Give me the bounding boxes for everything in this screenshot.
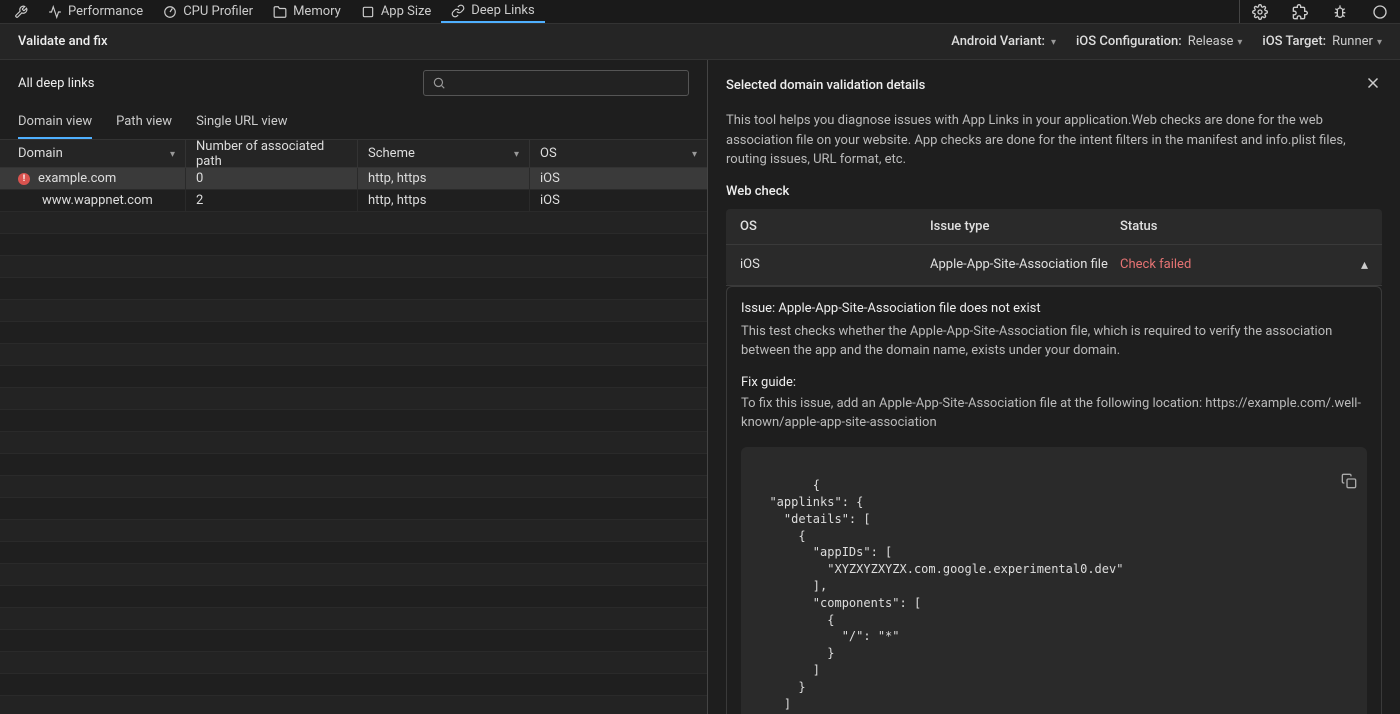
check-table-header: OS Issue type Status	[726, 209, 1382, 245]
tab-single-url-view[interactable]: Single URL view	[196, 106, 287, 139]
chevron-up-icon	[1361, 258, 1368, 273]
ios-config-label: iOS Configuration:	[1076, 34, 1182, 49]
tool-item-appsize[interactable]: App Size	[351, 0, 441, 23]
tool-label: Memory	[293, 4, 341, 19]
tool-label: Deep Links	[471, 3, 534, 18]
android-variant-label: Android Variant:	[951, 34, 1045, 49]
issue-title: Issue: Apple-App-Site-Association file d…	[741, 301, 1367, 316]
table-row[interactable]: !example.com 0 http, https iOS	[0, 168, 707, 190]
close-button[interactable]	[1364, 74, 1382, 97]
check-col-type: Issue type	[930, 219, 1120, 234]
tool-item-cpu[interactable]: CPU Profiler	[153, 0, 263, 23]
code-block: { "applinks": { "details": [ { "appIDs":…	[741, 447, 1367, 714]
tool-label: CPU Profiler	[183, 4, 253, 19]
details-description: This tool helps you diagnose issues with…	[708, 111, 1400, 184]
tool-item-deeplinks[interactable]: Deep Links	[441, 0, 544, 23]
search-input-container[interactable]	[423, 70, 689, 96]
package-icon	[361, 5, 375, 19]
col-os[interactable]: OS	[530, 140, 707, 167]
ios-config-dropdown[interactable]: Release	[1188, 34, 1243, 49]
page-title: Validate and fix	[18, 34, 108, 49]
left-panel-title: All deep links	[18, 76, 94, 91]
web-check-title: Web check	[708, 184, 1400, 209]
gauge-icon	[163, 5, 177, 19]
search-icon	[432, 76, 446, 90]
left-panel: All deep links Domain view Path view Sin…	[0, 60, 708, 714]
settings-button[interactable]	[1240, 0, 1280, 23]
check-row[interactable]: iOS Apple-App-Site-Association file Chec…	[726, 245, 1382, 286]
wrench-icon	[14, 5, 28, 19]
copy-button[interactable]	[1269, 457, 1357, 511]
sub-toolbar: Validate and fix Android Variant: iOS Co…	[0, 24, 1400, 60]
col-paths[interactable]: Number of associated path	[186, 140, 358, 167]
col-scheme[interactable]: Scheme	[358, 140, 530, 167]
copy-icon	[1341, 478, 1357, 492]
chevron-down-icon	[170, 146, 175, 161]
col-domain[interactable]: Domain	[0, 140, 186, 167]
chevron-down-icon	[514, 146, 519, 161]
view-tabs: Domain view Path view Single URL view	[0, 106, 707, 140]
fix-guide-label: Fix guide:	[741, 375, 1367, 390]
status-failed: Check failed	[1120, 257, 1191, 272]
check-col-status: Status	[1120, 219, 1368, 234]
table-row[interactable]: www.wappnet.com 2 http, https iOS	[0, 190, 707, 212]
tab-path-view[interactable]: Path view	[116, 106, 172, 139]
chevron-down-icon	[692, 146, 697, 161]
expand-button[interactable]	[1361, 257, 1368, 273]
chevron-down-icon	[1051, 34, 1056, 49]
folder-icon	[273, 5, 287, 19]
bug-icon	[1332, 4, 1348, 20]
tool-label: Performance	[68, 4, 143, 19]
table-header: Domain Number of associated path Scheme …	[0, 140, 707, 168]
extensions-button[interactable]	[1280, 0, 1320, 23]
android-variant-dropdown[interactable]	[1051, 34, 1056, 49]
ios-target-label: iOS Target:	[1262, 34, 1326, 49]
tool-item-memory[interactable]: Memory	[263, 0, 351, 23]
puzzle-icon	[1292, 4, 1308, 20]
issue-description: This test checks whether the Apple-App-S…	[741, 322, 1367, 361]
right-panel: Selected domain validation details This …	[708, 60, 1400, 714]
error-icon: !	[18, 173, 30, 185]
details-title: Selected domain validation details	[726, 78, 925, 93]
pulse-icon	[48, 5, 62, 19]
tool-label: App Size	[381, 4, 431, 19]
top-toolbar: Performance CPU Profiler Memory App Size…	[0, 0, 1400, 24]
tool-item-wrench[interactable]	[4, 0, 38, 23]
check-col-os: OS	[740, 219, 930, 234]
ios-target-dropdown[interactable]: Runner	[1332, 34, 1382, 49]
tab-domain-view[interactable]: Domain view	[18, 106, 92, 139]
more-button[interactable]	[1360, 0, 1400, 23]
fix-guide-text: To fix this issue, add an Apple-App-Site…	[741, 394, 1367, 433]
check-table: OS Issue type Status iOS Apple-App-Site-…	[726, 209, 1382, 286]
gear-icon	[1252, 4, 1268, 20]
chevron-down-icon	[1237, 34, 1242, 49]
close-icon	[1364, 76, 1382, 97]
check-detail: Issue: Apple-App-Site-Association file d…	[726, 286, 1382, 714]
table-body: !example.com 0 http, https iOS www.wappn…	[0, 168, 707, 714]
link-icon	[451, 4, 465, 18]
tool-item-performance[interactable]: Performance	[38, 0, 153, 23]
search-input[interactable]	[452, 76, 680, 91]
chevron-down-icon	[1377, 34, 1382, 49]
bug-button[interactable]	[1320, 0, 1360, 23]
more-icon	[1372, 4, 1388, 20]
